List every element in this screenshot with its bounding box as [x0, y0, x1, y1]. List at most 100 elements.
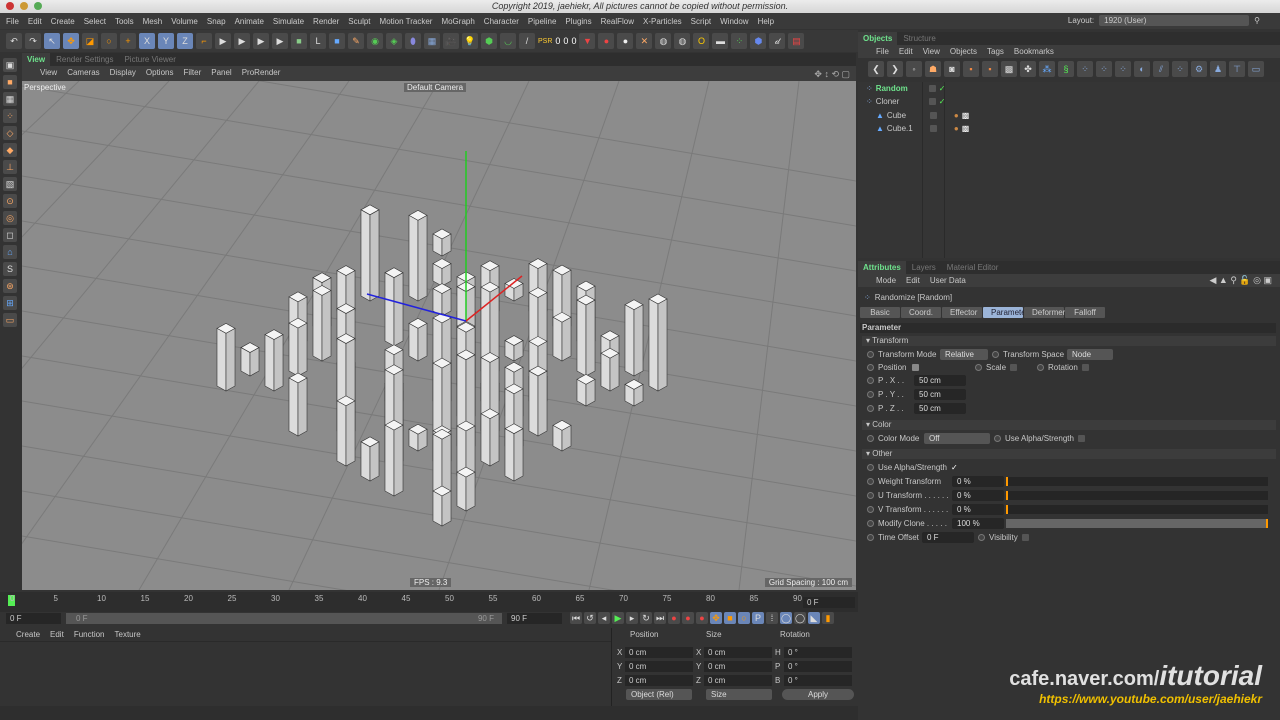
bar-icon[interactable]: ▬ [712, 33, 729, 49]
material-manager[interactable]: Create Edit Function Texture [0, 628, 612, 706]
weight-field[interactable]: 0 % [952, 475, 1004, 487]
size-field[interactable]: 0 cm [704, 675, 772, 686]
tag-right-icon[interactable]: ▪ [982, 61, 998, 77]
play-icon[interactable]: ▶ [612, 612, 624, 624]
viewport-nav-icons[interactable]: ✥ ↕ ⟲ ▢ [814, 69, 850, 80]
cube-icon[interactable]: ■ [291, 33, 307, 49]
object-row[interactable]: ▲ Cube.1 ● ▩ [858, 122, 1280, 135]
menu-motion-tracker[interactable]: Motion Tracker [380, 17, 433, 26]
planar-icon[interactable]: ⌂ [3, 245, 17, 259]
tag-left-icon[interactable]: ▪ [963, 61, 979, 77]
spline-tag-icon[interactable]: § [1058, 61, 1074, 77]
attribute-nav-icons[interactable]: ◀ ▲ ⚲ 🔓 ◎ ▣ [1210, 275, 1273, 286]
spline-icon[interactable]: L [310, 33, 326, 49]
coordinate-system-icon[interactable]: ⌐ [196, 33, 212, 49]
menu-render[interactable]: Render [313, 17, 339, 26]
position-field[interactable]: 0 cm [625, 661, 693, 672]
object-row[interactable]: ⁘ Random ✓ [858, 82, 1280, 95]
snap-icon[interactable]: ⊙ [3, 194, 17, 208]
menu-display[interactable]: Display [110, 68, 136, 77]
sketch-icon[interactable]: ◡ [500, 33, 516, 49]
sphere-wire-icon[interactable]: ◍ [674, 33, 691, 49]
camera-label[interactable]: Default Camera [404, 83, 467, 92]
px-field[interactable]: 50 cm [914, 374, 966, 386]
transform-mode-select[interactable]: Relative [940, 348, 988, 360]
polygons-mode-icon[interactable]: ◆ [3, 143, 17, 157]
visibility-toggle[interactable] [929, 124, 937, 132]
locked-workplane-icon[interactable]: ◻ [3, 228, 17, 242]
other-alpha-checkbox[interactable]: ✓ [951, 463, 958, 472]
minimize-window-button[interactable] [20, 2, 28, 10]
sync-icon[interactable]: ◙ [944, 61, 960, 77]
anim-radio[interactable] [867, 404, 874, 412]
points-mode-icon[interactable]: ⁘ [3, 109, 17, 123]
x-axis-icon[interactable]: X [139, 33, 155, 49]
current-frame-field[interactable]: 0 F [803, 597, 855, 608]
pen-icon[interactable]: ✎ [348, 33, 364, 49]
soft-selection-icon[interactable]: S [3, 262, 17, 276]
menu-prorender[interactable]: ProRender [242, 68, 281, 77]
anim-radio[interactable] [867, 376, 874, 384]
visibility-toggle[interactable] [928, 85, 936, 92]
menu-view[interactable]: View [923, 47, 940, 56]
render-view-icon[interactable]: ▶ [215, 33, 231, 49]
u-field[interactable]: 0 % [952, 489, 1004, 501]
rotation-field[interactable]: 0 ° [784, 661, 852, 672]
timeline-window-icon[interactable]: ▮ [822, 612, 834, 624]
effector3-icon[interactable]: ⁘ [1115, 61, 1131, 77]
color-alpha-checkbox[interactable] [1077, 434, 1085, 442]
character-icon[interactable]: ♟ [1210, 61, 1226, 77]
prev-key-icon[interactable]: ↺ [584, 612, 596, 624]
menu-filter[interactable]: Filter [183, 68, 201, 77]
menu-tools[interactable]: Tools [115, 17, 134, 26]
visibility-toggle[interactable] [929, 111, 937, 119]
search-icon[interactable]: ⚲ [1254, 16, 1260, 25]
color-group[interactable]: ▾ Color [862, 420, 1276, 430]
anim-radio[interactable] [975, 363, 982, 371]
nurbs-icon[interactable]: ■ [329, 33, 345, 49]
menu-user-data[interactable]: User Data [930, 276, 966, 285]
scale-tool-icon[interactable]: ◪ [82, 33, 98, 49]
brush-icon[interactable]: / [519, 33, 535, 49]
loop-icon[interactable]: ◯ [794, 612, 806, 624]
end-frame-field[interactable]: 90 F [507, 613, 562, 624]
object-row[interactable]: ▲ Cube ● ▩ [858, 109, 1280, 122]
tab-picture-viewer[interactable]: Picture Viewer [119, 53, 181, 66]
rotation-field[interactable]: 0 ° [784, 647, 852, 658]
menu-select[interactable]: Select [84, 17, 106, 26]
py-field[interactable]: 50 cm [914, 388, 966, 400]
make-editable-icon[interactable]: ▣ [3, 58, 17, 72]
tab-objects[interactable]: Objects [858, 32, 898, 45]
select-tool-icon[interactable]: ↖ [44, 33, 60, 49]
tab-view[interactable]: View [22, 53, 51, 66]
menu-animate[interactable]: Animate [235, 17, 264, 26]
menu-character[interactable]: Character [484, 17, 519, 26]
xparticles-emitter-icon[interactable]: ▼ [579, 33, 596, 49]
pz-field[interactable]: 50 cm [914, 402, 966, 414]
edit-render-settings-icon[interactable]: ▶ [272, 33, 288, 49]
rotation-checkbox[interactable] [1081, 363, 1089, 371]
visibility-toggle[interactable] [928, 98, 936, 106]
anim-radio[interactable] [867, 363, 874, 371]
enabled-check-icon[interactable]: ✓ [939, 84, 946, 93]
shader-icon[interactable]: ◐ [1134, 61, 1150, 77]
object-row[interactable]: ⁘ Cloner ✓ [858, 95, 1280, 108]
menu-sculpt[interactable]: Sculpt [348, 17, 370, 26]
menu-cameras[interactable]: Cameras [67, 68, 99, 77]
back-icon[interactable]: ❮ [868, 61, 884, 77]
tab-attributes[interactable]: Attributes [858, 261, 906, 274]
3d-viewport[interactable]: Perspective Default Camera FPS : 9.3 Gri… [22, 81, 856, 590]
texture-tag-icon[interactable]: ▩ [1001, 61, 1017, 77]
model-mode-icon[interactable]: ■ [3, 75, 17, 89]
undo-icon[interactable]: ↶ [6, 33, 22, 49]
generator-icon[interactable]: ⬢ [481, 33, 497, 49]
menu-edit[interactable]: Edit [50, 630, 64, 639]
menu-snap[interactable]: Snap [207, 17, 226, 26]
menu-plugins[interactable]: Plugins [565, 17, 591, 26]
key-param-icon[interactable]: P [752, 612, 764, 624]
subtab-coord[interactable]: Coord. [901, 307, 941, 318]
uv-mode-icon[interactable]: ▧ [3, 177, 17, 191]
motion-path-icon[interactable]: ◯ [780, 612, 792, 624]
menu-texture[interactable]: Texture [115, 630, 141, 639]
workplane-icon[interactable]: ◎ [3, 211, 17, 225]
